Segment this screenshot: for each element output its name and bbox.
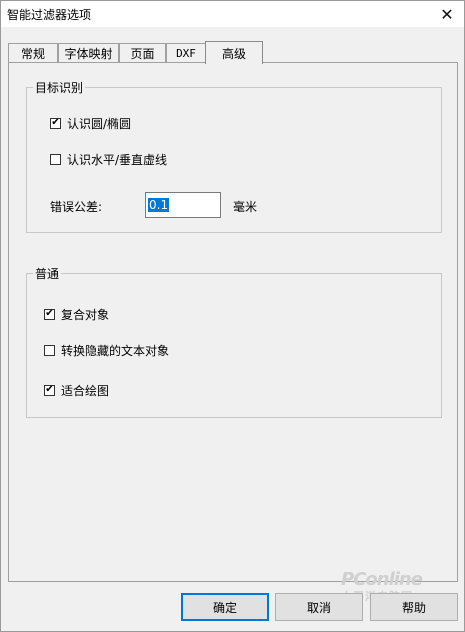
tab-strip: 常规 字体映射 页面 DXF 高级	[1, 41, 464, 64]
group-general: 普通 ✔ 复合对象 转换隐藏的文本对象 ✔ 适合绘图	[26, 265, 442, 418]
convert-hidden-text-option[interactable]: 转换隐藏的文本对象	[44, 342, 169, 358]
help-label: 帮助	[401, 600, 426, 615]
tolerance-unit: 毫米	[233, 200, 258, 214]
fit-drawing-label: 适合绘图	[61, 383, 110, 398]
cancel-button[interactable]: 取消	[275, 593, 363, 621]
compound-object-checkbox[interactable]: ✔	[44, 308, 55, 320]
group-target-recognition: 目标识别 ✔ 认识圆/椭圆 认识水平/垂直虚线 错误公差: 0.1 毫米	[26, 79, 442, 233]
tab-label: 高级	[221, 46, 246, 61]
convert-hidden-text-checkbox[interactable]	[44, 344, 55, 356]
fit-drawing-option[interactable]: ✔ 适合绘图	[44, 382, 109, 398]
recognize-circle-label: 认识圆/椭圆	[67, 116, 132, 131]
ok-button[interactable]: 确定	[181, 593, 269, 621]
group-legend: 普通	[33, 265, 62, 282]
compound-object-label: 复合对象	[61, 307, 110, 322]
check-icon: ✔	[51, 117, 60, 128]
tab-dxf[interactable]: DXF	[166, 43, 206, 63]
tab-label: DXF	[176, 47, 196, 60]
check-icon: ✔	[45, 308, 54, 319]
tab-page[interactable]: 页面	[119, 43, 166, 63]
recognize-circle-option[interactable]: ✔ 认识圆/椭圆	[50, 115, 131, 131]
tab-label: 页面	[130, 47, 155, 61]
close-icon: ✕	[440, 4, 454, 24]
tolerance-label: 错误公差:	[50, 200, 103, 214]
window-title: 智能过滤器选项	[7, 8, 92, 22]
dialog-window: 智能过滤器选项 ✕ 常规 字体映射 页面 DXF 高级 目标识别 ✔ 认识圆/椭…	[0, 0, 465, 632]
tab-panel-advanced: 目标识别 ✔ 认识圆/椭圆 认识水平/垂直虚线 错误公差: 0.1 毫米 普通	[8, 62, 458, 582]
recognize-circle-checkbox[interactable]: ✔	[50, 117, 61, 129]
recognize-lines-label: 认识水平/垂直虚线	[67, 152, 168, 167]
title-bar: 智能过滤器选项 ✕	[1, 1, 464, 27]
ok-label: 确定	[212, 600, 237, 615]
close-button[interactable]: ✕	[430, 1, 464, 27]
tab-font-mapping[interactable]: 字体映射	[58, 43, 119, 63]
fit-drawing-checkbox[interactable]: ✔	[44, 384, 55, 396]
compound-object-option[interactable]: ✔ 复合对象	[44, 306, 109, 322]
cancel-label: 取消	[306, 600, 331, 615]
group-legend: 目标识别	[33, 79, 86, 96]
tab-advanced[interactable]: 高级	[205, 41, 263, 64]
recognize-lines-option[interactable]: 认识水平/垂直虚线	[50, 151, 167, 167]
convert-hidden-text-label: 转换隐藏的文本对象	[61, 343, 170, 358]
tab-label: 字体映射	[64, 47, 113, 61]
tolerance-input[interactable]: 0.1	[145, 192, 221, 218]
tolerance-value: 0.1	[148, 198, 170, 212]
recognize-lines-checkbox[interactable]	[50, 153, 61, 165]
check-icon: ✔	[45, 384, 54, 395]
help-button[interactable]: 帮助	[370, 593, 458, 621]
watermark-text: PConline	[341, 569, 423, 590]
tab-label: 常规	[20, 47, 45, 61]
tab-general[interactable]: 常规	[8, 43, 58, 63]
